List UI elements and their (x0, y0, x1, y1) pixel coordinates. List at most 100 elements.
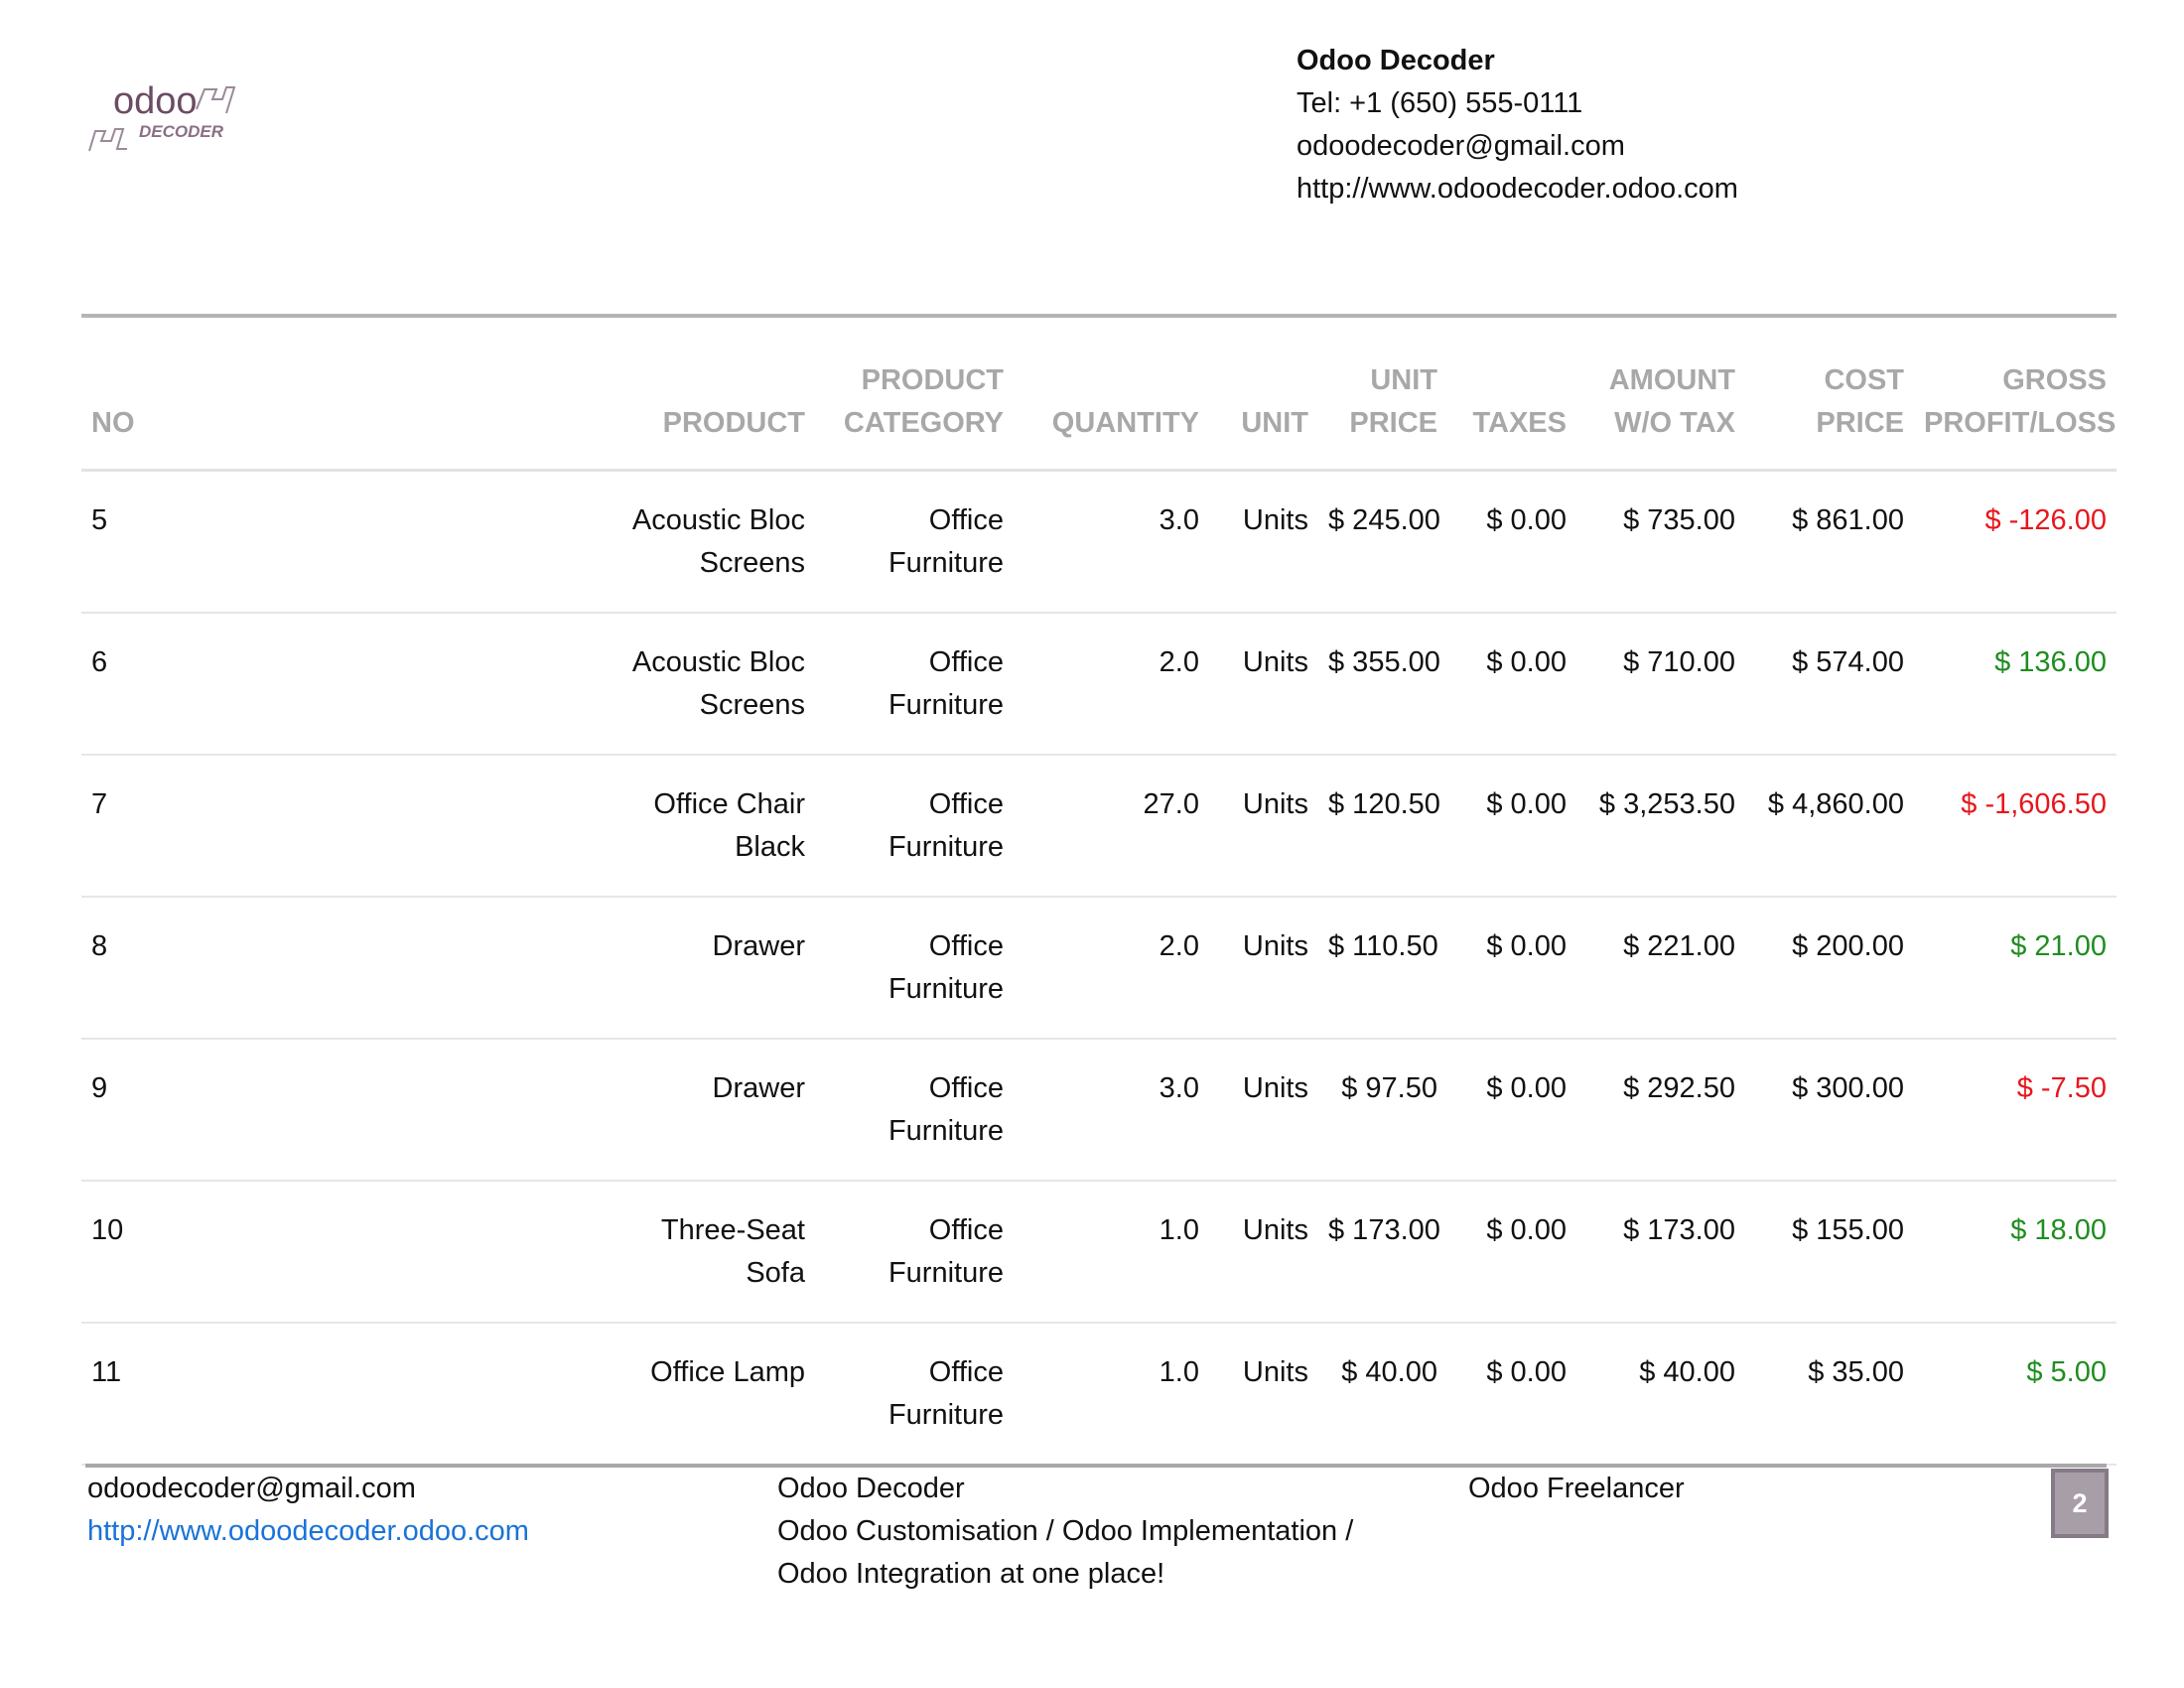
cell-category: Office Furniture (815, 1038, 1014, 1182)
cell-amount: $ 292.50 (1576, 1038, 1745, 1182)
cell-gross: $ -7.50 (1914, 1038, 2116, 1182)
table-row[interactable]: 8 Drawer Office Furniture 2.0 Units $ 110.50 $ … (81, 896, 2116, 1040)
cell-quantity: 3.0 (1014, 470, 1209, 614)
table-header-row: NO PRODUCT PRODUCT CATEGORY QUANTITY UNIT… (81, 318, 2116, 472)
cell-unit-price: $ 355.00 (1318, 612, 1447, 756)
cell-no: 11 (81, 1322, 230, 1466)
table-row[interactable]: 6 Acoustic Bloc Screens Office Furniture 2.0 U… (81, 612, 2116, 756)
footer-company-name: Odoo Decoder (777, 1473, 965, 1504)
cell-taxes: $ 0.00 (1447, 1038, 1576, 1182)
cell-product: Drawer (230, 1038, 815, 1182)
cell-unit-price: $ 173.00 (1318, 1180, 1447, 1324)
cell-product: Three-Seat Sofa (230, 1180, 815, 1324)
footer-contact: odoodecoder@gmail.com http://www.odoodec… (87, 1468, 529, 1553)
table-row[interactable]: 7 Office Chair Black Office Furniture 27.0 Uni… (81, 754, 2116, 898)
cell-unit: Units (1209, 470, 1318, 614)
footer-role: Odoo Freelancer (1468, 1473, 1685, 1504)
col-header-category[interactable]: PRODUCT CATEGORY (815, 318, 1014, 472)
cell-taxes: $ 0.00 (1447, 1322, 1576, 1466)
logo-subtext: DECODER (139, 122, 224, 141)
cell-unit: Units (1209, 754, 1318, 898)
company-website: http://www.odoodecoder.odoo.com (1297, 173, 1738, 205)
cell-taxes: $ 0.00 (1447, 612, 1576, 756)
footer-website-link[interactable]: http://www.odoodecoder.odoo.com (87, 1515, 529, 1547)
cell-category: Office Furniture (815, 612, 1014, 756)
cell-category: Office Furniture (815, 896, 1014, 1040)
footer-email: odoodecoder@gmail.com (87, 1473, 416, 1504)
cell-product: Acoustic Bloc Screens (230, 470, 815, 614)
table-row[interactable]: 11 Office Lamp Office Furniture 1.0 Units $ 40… (81, 1322, 2116, 1466)
odoo-decoder-logo-icon: odoo DECODER (88, 80, 236, 152)
cell-cost: $ 200.00 (1745, 896, 1914, 1040)
cell-gross: $ 5.00 (1914, 1322, 2116, 1466)
cell-category: Office Furniture (815, 1180, 1014, 1324)
cell-quantity: 2.0 (1014, 896, 1209, 1040)
order-lines-table: NO PRODUCT PRODUCT CATEGORY QUANTITY UNIT… (81, 318, 2116, 1466)
company-email: odoodecoder@gmail.com (1297, 130, 1625, 162)
cell-quantity: 3.0 (1014, 1038, 1209, 1182)
cell-quantity: 27.0 (1014, 754, 1209, 898)
cell-unit-price: $ 120.50 (1318, 754, 1447, 898)
cell-amount: $ 40.00 (1576, 1322, 1745, 1466)
col-header-unit-price[interactable]: UNIT PRICE (1318, 318, 1447, 472)
cell-product: Acoustic Bloc Screens (230, 612, 815, 756)
cell-gross: $ -1,606.50 (1914, 754, 2116, 898)
col-header-quantity[interactable]: QUANTITY (1014, 318, 1209, 472)
cell-taxes: $ 0.00 (1447, 470, 1576, 614)
col-header-gross[interactable]: GROSS PROFIT/LOSS (1914, 318, 2116, 472)
footer-company: Odoo Decoder Odoo Customisation / Odoo I… (777, 1468, 1413, 1596)
footer-tagline-line-2: Odoo Integration at one place! (777, 1558, 1165, 1590)
cell-category: Office Furniture (815, 1322, 1014, 1466)
company-logo: odoo DECODER (85, 71, 244, 163)
cell-unit-price: $ 110.50 (1318, 896, 1447, 1040)
cell-amount: $ 735.00 (1576, 470, 1745, 614)
cell-taxes: $ 0.00 (1447, 1180, 1576, 1324)
col-header-taxes[interactable]: TAXES (1447, 318, 1576, 472)
company-address: Odoo Decoder Tel: +1 (650) 555-0111 odoo… (1297, 40, 1738, 211)
cell-no: 5 (81, 470, 230, 614)
cell-unit: Units (1209, 612, 1318, 756)
cell-no: 9 (81, 1038, 230, 1182)
cell-product: Office Lamp (230, 1322, 815, 1466)
cell-gross: $ -126.00 (1914, 470, 2116, 614)
cell-category: Office Furniture (815, 754, 1014, 898)
cell-taxes: $ 0.00 (1447, 754, 1576, 898)
table-row[interactable]: 5 Acoustic Bloc Screens Office Furniture 3.0 U… (81, 470, 2116, 614)
page-number-badge: 2 (2051, 1469, 2109, 1538)
col-header-product[interactable]: PRODUCT (230, 318, 815, 472)
col-header-unit[interactable]: UNIT (1209, 318, 1318, 472)
cell-cost: $ 155.00 (1745, 1180, 1914, 1324)
cell-cost: $ 4,860.00 (1745, 754, 1914, 898)
cell-product: Drawer (230, 896, 815, 1040)
company-phone: Tel: +1 (650) 555-0111 (1297, 87, 1583, 119)
col-header-amount[interactable]: AMOUNT W/O TAX (1576, 318, 1745, 472)
cell-no: 6 (81, 612, 230, 756)
cell-no: 7 (81, 754, 230, 898)
cell-gross: $ 136.00 (1914, 612, 2116, 756)
col-header-no[interactable]: NO (81, 318, 230, 472)
cell-no: 10 (81, 1180, 230, 1324)
cell-product: Office Chair Black (230, 754, 815, 898)
table-row[interactable]: 10 Three-Seat Sofa Office Furniture 1.0 Units $… (81, 1180, 2116, 1324)
cell-unit: Units (1209, 1180, 1318, 1324)
cell-taxes: $ 0.00 (1447, 896, 1576, 1040)
cell-quantity: 2.0 (1014, 612, 1209, 756)
cell-no: 8 (81, 896, 230, 1040)
cell-category: Office Furniture (815, 470, 1014, 614)
footer-tagline-line-1: Odoo Customisation / Odoo Implementation… (777, 1515, 1354, 1547)
col-header-cost[interactable]: COST PRICE (1745, 318, 1914, 472)
cell-unit: Units (1209, 1038, 1318, 1182)
cell-unit: Units (1209, 1322, 1318, 1466)
cell-amount: $ 3,253.50 (1576, 754, 1745, 898)
cell-amount: $ 173.00 (1576, 1180, 1745, 1324)
cell-amount: $ 221.00 (1576, 896, 1745, 1040)
cell-unit-price: $ 40.00 (1318, 1322, 1447, 1466)
cell-cost: $ 861.00 (1745, 470, 1914, 614)
cell-cost: $ 574.00 (1745, 612, 1914, 756)
cell-unit: Units (1209, 896, 1318, 1040)
cell-cost: $ 300.00 (1745, 1038, 1914, 1182)
table-row[interactable]: 9 Drawer Office Furniture 3.0 Units $ 97.50 $ 0… (81, 1038, 2116, 1182)
cell-unit-price: $ 97.50 (1318, 1038, 1447, 1182)
cell-amount: $ 710.00 (1576, 612, 1745, 756)
cell-quantity: 1.0 (1014, 1322, 1209, 1466)
